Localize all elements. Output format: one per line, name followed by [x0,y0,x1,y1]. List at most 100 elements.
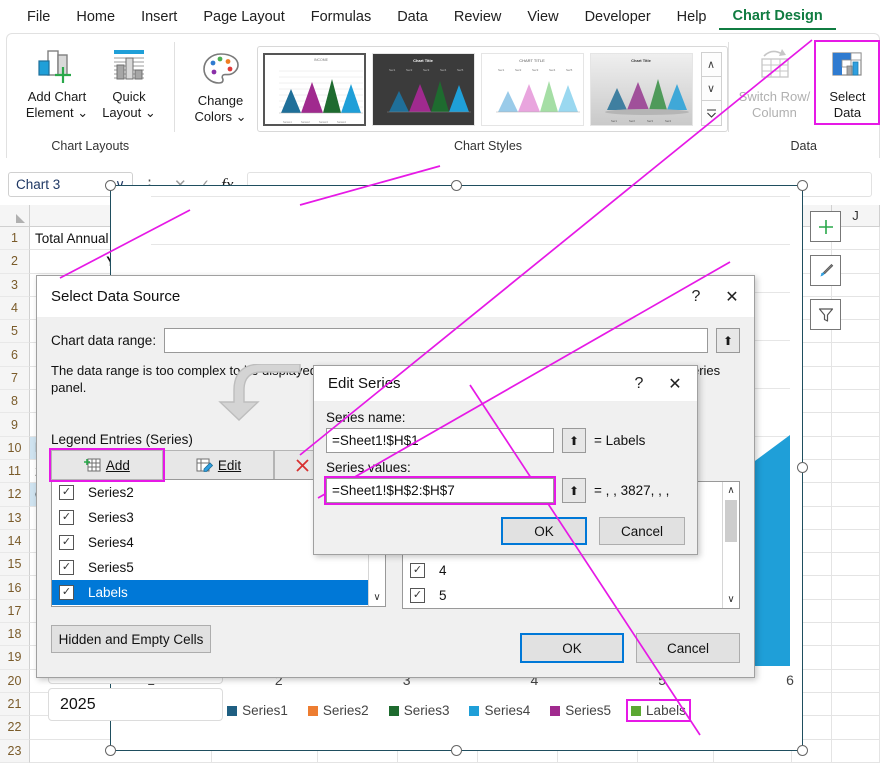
cell-J8[interactable] [832,390,880,413]
cell-J21[interactable] [832,693,880,716]
axis-checkbox[interactable]: ✓ [410,563,425,578]
row-header-3[interactable]: 3 [0,274,30,297]
add-chart-element-button[interactable]: Add Chart Element ⌄ [21,42,93,123]
axis-list-item-4[interactable]: ✓ 4 [403,558,739,583]
row-header-5[interactable]: 5 [0,320,30,343]
series-checkbox[interactable]: ✓ [59,535,74,550]
ribbon-tab-home[interactable]: Home [63,5,128,29]
chart-resize-handle-top-left[interactable] [105,180,116,191]
chart-style-thumbnail-3[interactable]: CHART TITLE Ser1Ser2Ser3 Ser4Ser5 [481,53,584,126]
chart-style-thumbnail-2[interactable]: Chart Title Ser1Ser2Ser3 Ser4Ser5 [372,53,475,126]
row-header-4[interactable]: 4 [0,297,30,320]
close-icon[interactable]: ✕ [714,280,750,314]
select-data-ok-button[interactable]: OK [520,633,624,663]
chart-styles-gallery[interactable]: INCOME [257,46,728,132]
slicer-value-button[interactable]: 2025 [48,688,223,721]
chevron-down-icon[interactable]: ⌄ [77,105,88,120]
series-checkbox[interactable]: ✓ [59,560,74,575]
series-checkbox[interactable]: ✓ [59,585,74,600]
cell-J23[interactable] [832,740,880,763]
row-header-19[interactable]: 19 [0,646,30,669]
row-header-8[interactable]: 8 [0,390,30,413]
ribbon-tab-developer[interactable]: Developer [572,5,664,29]
chart-data-range-input[interactable] [164,328,708,353]
collapse-dialog-icon[interactable]: ⬆ [562,428,586,453]
row-header-12[interactable]: 12 [0,483,30,506]
series-list-item-labels[interactable]: ✓ Labels [52,580,385,605]
chevron-down-icon[interactable]: ⌄ [145,105,156,120]
cell-J22[interactable] [832,716,880,739]
help-icon[interactable]: ? [621,367,657,401]
row-header-15[interactable]: 15 [0,553,30,576]
ribbon-tab-file[interactable]: File [14,5,63,29]
gallery-scroll-up-button[interactable]: ∧ [702,53,721,77]
row-header-14[interactable]: 14 [0,530,30,553]
cell-J10[interactable] [832,437,880,460]
cell-J16[interactable] [832,576,880,599]
row-header-10[interactable]: 10 [0,437,30,460]
row-header-1[interactable]: 1 [0,227,30,250]
legend-item-series5[interactable]: Series5 [547,701,614,720]
row-header-18[interactable]: 18 [0,623,30,646]
select-all-corner[interactable] [0,205,30,226]
cell-J18[interactable] [832,623,880,646]
axis-checkbox[interactable]: ✓ [410,588,425,603]
close-icon[interactable]: ✕ [657,367,693,401]
help-icon[interactable]: ? [678,280,714,314]
ribbon-tab-view[interactable]: View [514,5,571,29]
collapse-dialog-icon[interactable]: ⬆ [716,328,740,353]
cell-J20[interactable] [832,670,880,693]
axis-list-scrollbar[interactable]: ∧ ∨ [722,482,739,608]
select-data-button[interactable]: Select Data [816,42,878,123]
legend-item-series2[interactable]: Series2 [305,701,372,720]
chart-resize-handle-top-right[interactable] [797,180,808,191]
row-header-20[interactable]: 20 [0,670,30,693]
edit-series-cancel-button[interactable]: Cancel [599,517,685,545]
legend-item-series3[interactable]: Series3 [386,701,453,720]
cell-J12[interactable] [832,483,880,506]
ribbon-tab-page-layout[interactable]: Page Layout [190,5,297,29]
gallery-scroll-down-button[interactable]: ∨ [702,77,721,101]
cell-J17[interactable] [832,600,880,623]
ribbon-tab-review[interactable]: Review [441,5,515,29]
cell-J6[interactable] [832,343,880,366]
add-series-button[interactable]: Add [51,450,163,480]
quick-layout-button[interactable]: Quick Layout ⌄ [93,42,165,123]
axis-scroll-up-button[interactable]: ∧ [723,482,739,499]
chart-styles-button[interactable] [810,255,841,286]
row-header-16[interactable]: 16 [0,576,30,599]
chart-resize-handle-bottom-center[interactable] [451,745,462,756]
cell-J19[interactable] [832,646,880,669]
hidden-empty-cells-button[interactable]: Hidden and Empty Cells [51,625,211,653]
series-list-item-series5[interactable]: ✓ Series5 [52,555,385,580]
switch-row-column-button[interactable]: Switch Row/ Column [732,42,816,123]
select-data-cancel-button[interactable]: Cancel [636,633,740,663]
cell-J15[interactable] [832,553,880,576]
chart-elements-button[interactable] [810,211,841,242]
series-scroll-down-button[interactable]: ∨ [369,589,385,606]
cell-J7[interactable] [832,367,880,390]
ribbon-tab-help[interactable]: Help [664,5,720,29]
chart-styles-scrollbar[interactable]: ∧ ∨ [701,52,722,126]
change-colors-button[interactable]: Change Colors ⌄ [185,46,257,127]
chevron-down-icon[interactable]: ⌄ [236,109,247,124]
chart-style-thumbnail-1[interactable]: INCOME [263,53,366,126]
row-header-21[interactable]: 21 [0,693,30,716]
chart-filters-button[interactable] [810,299,841,330]
cell-J9[interactable] [832,413,880,436]
cell-J11[interactable] [832,460,880,483]
edit-series-dialog[interactable]: Edit Series ? ✕ Series name: =Sheet1!$H$… [313,365,698,555]
ribbon-tab-chart-design[interactable]: Chart Design [719,4,835,30]
series-checkbox[interactable]: ✓ [59,485,74,500]
row-header-17[interactable]: 17 [0,600,30,623]
row-header-6[interactable]: 6 [0,343,30,366]
axis-list-item-5[interactable]: ✓ 5 [403,583,739,608]
ribbon-tab-data[interactable]: Data [384,5,441,29]
legend-item-labels[interactable]: Labels [628,701,689,720]
chart-resize-handle-top-center[interactable] [451,180,462,191]
row-header-22[interactable]: 22 [0,716,30,739]
series-name-input[interactable]: =Sheet1!$H$1 [326,428,554,453]
ribbon-tab-formulas[interactable]: Formulas [298,5,384,29]
row-header-9[interactable]: 9 [0,413,30,436]
edit-series-button[interactable]: Edit [163,450,275,480]
